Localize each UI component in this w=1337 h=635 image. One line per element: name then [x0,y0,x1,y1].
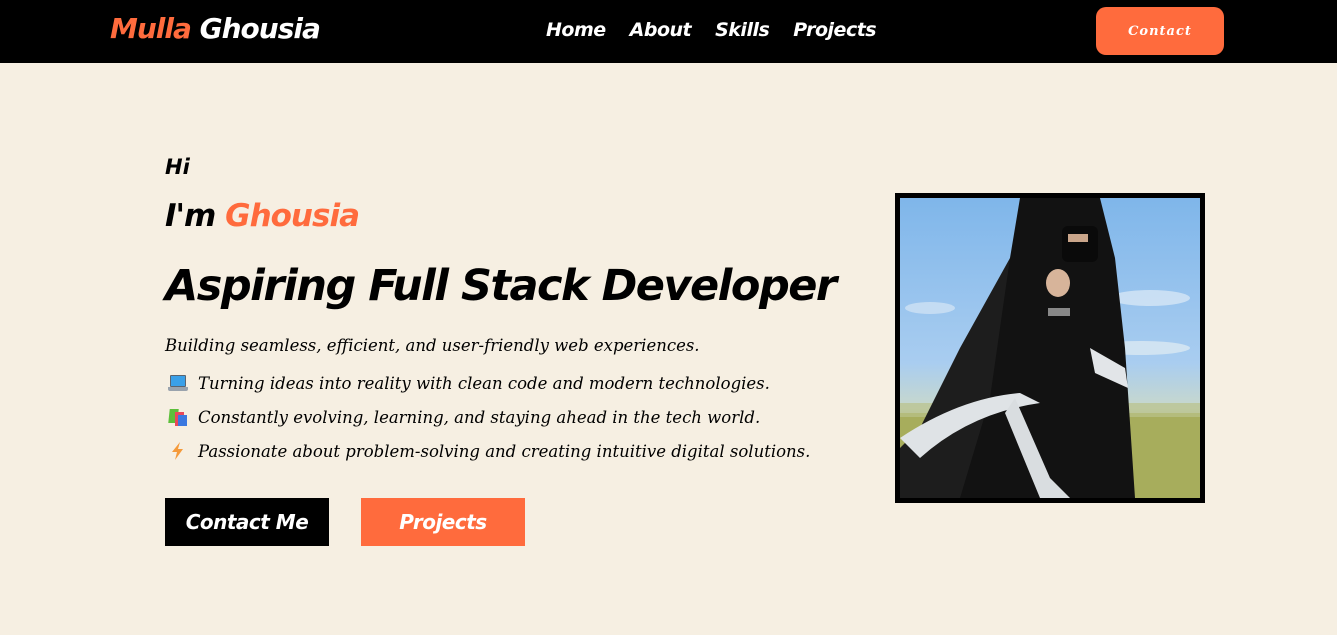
list-item: Passionate about problem-solving and cre… [168,434,810,468]
point-text: Constantly evolving, learning, and stayi… [198,407,761,427]
list-item: Constantly evolving, learning, and stayi… [168,400,810,434]
nav-links: Home About Skills Projects [546,17,900,43]
hero-title: Aspiring Full Stack Developer [165,261,837,311]
contact-me-button[interactable]: Contact Me [165,498,329,546]
logo-last-name: Ghousia [199,12,321,45]
hero-name: Ghousia [225,198,360,234]
profile-photo [895,193,1205,503]
logo[interactable]: Mulla Ghousia [110,11,321,47]
logo-first-name: Mulla [110,12,192,45]
lightning-icon [168,441,188,461]
nav-link-about[interactable]: About [630,17,692,43]
nav-link-skills[interactable]: Skills [715,17,770,43]
books-icon [168,407,188,427]
list-item: Turning ideas into reality with clean co… [168,366,810,400]
laptop-icon [168,373,188,393]
hero-points-list: Turning ideas into reality with clean co… [168,366,810,468]
point-text: Turning ideas into reality with clean co… [198,373,770,393]
nav-link-home[interactable]: Home [546,17,606,43]
projects-button[interactable]: Projects [361,498,525,546]
navbar: Mulla Ghousia Home About Skills Projects… [0,0,1337,63]
nav-link-projects[interactable]: Projects [793,17,876,43]
hero-intro-prefix: I'm [165,198,216,234]
nav-contact-button[interactable]: Contact [1096,7,1224,55]
hero-tagline: Building seamless, efficient, and user-f… [165,336,700,355]
hero-greeting: Hi [165,155,190,179]
point-text: Passionate about problem-solving and cre… [198,441,811,461]
hero-intro: I'm Ghousia [165,197,360,235]
